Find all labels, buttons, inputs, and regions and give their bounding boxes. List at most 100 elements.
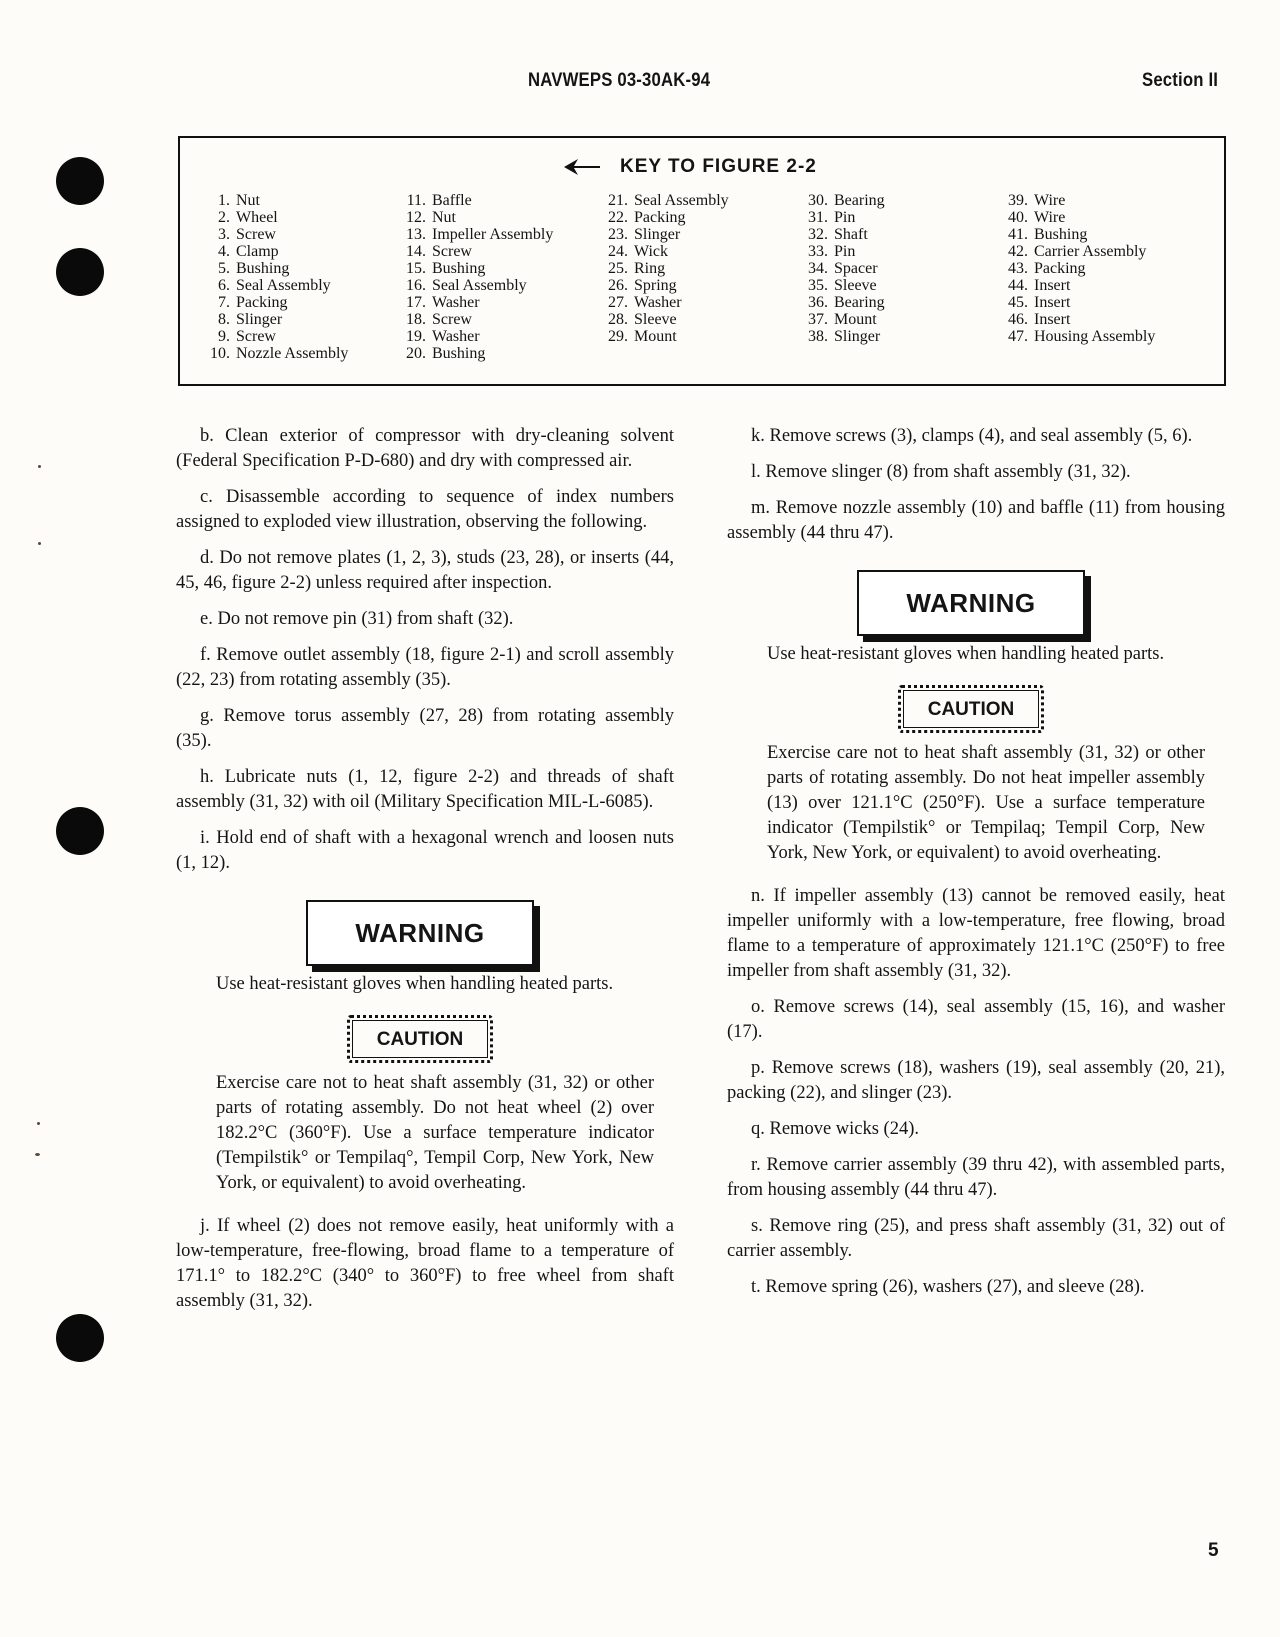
- step-m: m. Remove nozzle assembly (10) and baffl…: [727, 498, 1225, 543]
- key-item-label: Sleeve: [834, 277, 877, 294]
- caution-box: CAUTION: [347, 1015, 493, 1063]
- key-item-number: 4.: [218, 243, 230, 260]
- key-item-label: Wire: [1034, 209, 1066, 226]
- binder-hole: [56, 157, 104, 205]
- key-item: 7. Packing: [202, 294, 348, 311]
- key-item-label: Pin: [834, 243, 856, 260]
- key-item: 40. Wire: [1000, 209, 1155, 226]
- key-item-label: Bearing: [834, 294, 885, 311]
- key-item-number: 20.: [406, 345, 426, 362]
- step-f: f. Remove outlet assembly (18, figure 2-…: [176, 645, 674, 690]
- step-i: i. Hold end of shaft with a hexagonal wr…: [176, 828, 674, 873]
- key-column-4: 30. Bearing 31. Pin 32. Shaft 33. Pin 34. Spacer 3…: [800, 192, 885, 345]
- key-item-label: Nozzle Assembly: [236, 345, 349, 362]
- key-item-number: 47.: [1008, 328, 1028, 345]
- key-item: 6. Seal Assembly: [202, 277, 348, 294]
- key-item-label: Packing: [236, 294, 288, 311]
- step-p: p. Remove screws (18), washers (19), sea…: [727, 1058, 1225, 1103]
- key-item: 11. Baffle: [398, 192, 553, 209]
- key-item: 4. Clamp: [202, 243, 348, 260]
- caution-text: Exercise care not to heat shaft assembly…: [767, 743, 1205, 863]
- key-item-number: 41.: [1008, 226, 1028, 243]
- key-item: 24. Wick: [600, 243, 729, 260]
- key-item: 33. Pin: [800, 243, 885, 260]
- step-h: h. Lubricate nuts (1, 12, figure 2-2) an…: [176, 767, 674, 812]
- key-column-3: 21. Seal Assembly 22. Packing 23. Slinger 24. W…: [600, 192, 729, 345]
- key-item-label: Slinger: [634, 226, 681, 243]
- key-item-label: Nut: [432, 209, 456, 226]
- left-arrow-icon: [564, 159, 600, 175]
- step-j: j. If wheel (2) does not remove easily, …: [176, 1216, 674, 1311]
- key-item: 19. Washer: [398, 328, 553, 345]
- key-item-number: 42.: [1008, 243, 1028, 260]
- key-item-label: Wheel: [236, 209, 278, 226]
- key-item: 46. Insert: [1000, 311, 1155, 328]
- step-g: g. Remove torus assembly (27, 28) from r…: [176, 706, 674, 751]
- key-item-number: 10.: [210, 345, 230, 362]
- binder-hole: [56, 807, 104, 855]
- key-item-label: Bushing: [1034, 226, 1088, 243]
- step-n: n. If impeller assembly (13) cannot be r…: [727, 886, 1225, 981]
- key-item: 43. Packing: [1000, 260, 1155, 277]
- key-item-label: Slinger: [834, 328, 881, 345]
- step-e: e. Do not remove pin (31) from shaft (32…: [200, 609, 514, 629]
- key-item-label: Carrier Assembly: [1034, 243, 1147, 260]
- key-item-number: 12.: [406, 209, 426, 226]
- key-item-label: Slinger: [236, 311, 283, 328]
- key-item-label: Bearing: [834, 192, 885, 209]
- key-item-label: Screw: [236, 328, 276, 345]
- key-item-label: Insert: [1034, 277, 1071, 294]
- key-item-number: 28.: [608, 311, 628, 328]
- key-item-number: 29.: [608, 328, 628, 345]
- key-item-label: Clamp: [236, 243, 279, 260]
- key-item-number: 22.: [608, 209, 628, 226]
- key-item-label: Impeller Assembly: [432, 226, 554, 243]
- speck: [35, 1153, 40, 1156]
- key-item: 29. Mount: [600, 328, 729, 345]
- key-item: 20. Bushing: [398, 345, 553, 362]
- key-item-label: Housing Assembly: [1034, 328, 1156, 345]
- key-item-number: 25.: [608, 260, 628, 277]
- key-item: 16. Seal Assembly: [398, 277, 553, 294]
- caution-box-container: CAUTION: [166, 1015, 674, 1063]
- key-item-label: Baffle: [432, 192, 472, 209]
- key-item-label: Insert: [1034, 294, 1071, 311]
- key-item-number: 14.: [406, 243, 426, 260]
- key-item: 17. Washer: [398, 294, 553, 311]
- key-column-1: 1. Nut 2. Wheel 3. Screw 4. Clamp 5. Bushing 6. Sea…: [202, 192, 348, 362]
- caution-box: CAUTION: [898, 685, 1044, 733]
- key-item-number: 43.: [1008, 260, 1028, 277]
- step-k: k. Remove screws (3), clamps (4), and se…: [751, 426, 1193, 446]
- key-item-number: 19.: [406, 328, 426, 345]
- key-item-number: 44.: [1008, 277, 1028, 294]
- key-item: 31. Pin: [800, 209, 885, 226]
- key-item: 42. Carrier Assembly: [1000, 243, 1155, 260]
- key-item-number: 18.: [406, 311, 426, 328]
- warning-box-container: WARNING: [166, 900, 674, 966]
- key-column-5: 39. Wire 40. Wire 41. Bushing 42. Carrier Assem…: [1000, 192, 1155, 345]
- key-item-label: Ring: [634, 260, 666, 277]
- key-item-number: 13.: [406, 226, 426, 243]
- step-s: s. Remove ring (25), and press shaft ass…: [727, 1216, 1225, 1261]
- key-item-label: Spring: [634, 277, 677, 294]
- key-item: 47. Housing Assembly: [1000, 328, 1155, 345]
- key-item-label: Seal Assembly: [236, 277, 331, 294]
- right-text-column: k. Remove screws (3), clamps (4), and se…: [727, 424, 1225, 1311]
- key-item: 25. Ring: [600, 260, 729, 277]
- key-item-label: Nut: [236, 192, 260, 209]
- page-number: 5: [1208, 1540, 1219, 1561]
- key-item-label: Seal Assembly: [432, 277, 527, 294]
- key-item-number: 23.: [608, 226, 628, 243]
- key-item-number: 24.: [608, 243, 628, 260]
- key-item: 8. Slinger: [202, 311, 348, 328]
- key-item-number: 46.: [1008, 311, 1028, 328]
- key-item-label: Packing: [1034, 260, 1086, 277]
- key-item: 9. Screw: [202, 328, 348, 345]
- key-item-label: Pin: [834, 209, 856, 226]
- key-item-label: Washer: [634, 294, 682, 311]
- key-item-number: 21.: [608, 192, 628, 209]
- key-item-label: Packing: [634, 209, 686, 226]
- key-item-number: 8.: [218, 311, 230, 328]
- warning-box-container: WARNING: [717, 570, 1225, 636]
- key-item-number: 34.: [808, 260, 828, 277]
